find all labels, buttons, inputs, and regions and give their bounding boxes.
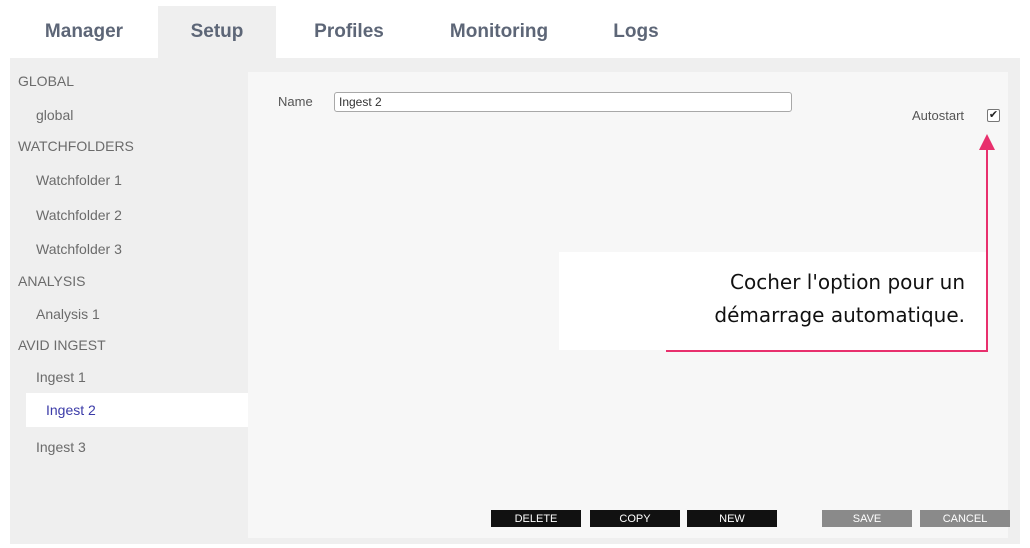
sidebar-item-watchfolder-1[interactable]: Watchfolder 1 [10, 163, 248, 197]
sidebar-section-watchfolders: WATCHFOLDERS [18, 138, 134, 154]
sidebar-section-avid-ingest: AVID INGEST [18, 337, 106, 353]
copy-button[interactable]: COPY [590, 510, 680, 527]
annotation-line-1: Cocher l'option pour un [730, 270, 965, 294]
name-label: Name [278, 94, 313, 109]
sidebar-section-analysis: ANALYSIS [18, 273, 86, 289]
annotation-callout: Cocher l'option pour un démarrage automa… [559, 252, 987, 350]
annotation-line-horizontal [666, 350, 988, 352]
cancel-button[interactable]: CANCEL [920, 510, 1010, 527]
tab-manager[interactable]: Manager [10, 6, 158, 58]
sidebar-item-ingest-3[interactable]: Ingest 3 [10, 430, 248, 464]
save-button[interactable]: SAVE [822, 510, 912, 527]
name-input[interactable] [334, 92, 792, 112]
tab-setup[interactable]: Setup [158, 6, 276, 58]
autostart-label: Autostart [912, 108, 965, 123]
sidebar-item-analysis-1[interactable]: Analysis 1 [10, 297, 248, 331]
tab-profiles[interactable]: Profiles [290, 6, 408, 58]
annotation-text: Cocher l'option pour un démarrage automa… [565, 266, 965, 332]
sidebar: GLOBAL global WATCHFOLDERS Watchfolder 1… [10, 58, 248, 544]
annotation-line-2: démarrage automatique. [714, 303, 965, 327]
tab-logs[interactable]: Logs [590, 6, 682, 58]
sidebar-item-watchfolder-2[interactable]: Watchfolder 2 [10, 198, 248, 232]
delete-button[interactable]: DELETE [491, 510, 581, 527]
new-button[interactable]: NEW [687, 510, 777, 527]
tab-bar: Manager Setup Profiles Monitoring Logs [10, 6, 1020, 58]
sidebar-section-global: GLOBAL [18, 73, 75, 89]
tab-monitoring[interactable]: Monitoring [426, 6, 572, 58]
sidebar-item-ingest-1[interactable]: Ingest 1 [10, 360, 248, 394]
sidebar-item-ingest-2[interactable]: Ingest 2 [26, 393, 248, 427]
sidebar-item-global[interactable]: global [10, 98, 248, 132]
autostart-checkbox[interactable]: ✔ [987, 109, 1000, 122]
annotation-line-vertical [986, 146, 988, 352]
sidebar-item-watchfolder-3[interactable]: Watchfolder 3 [10, 232, 248, 266]
